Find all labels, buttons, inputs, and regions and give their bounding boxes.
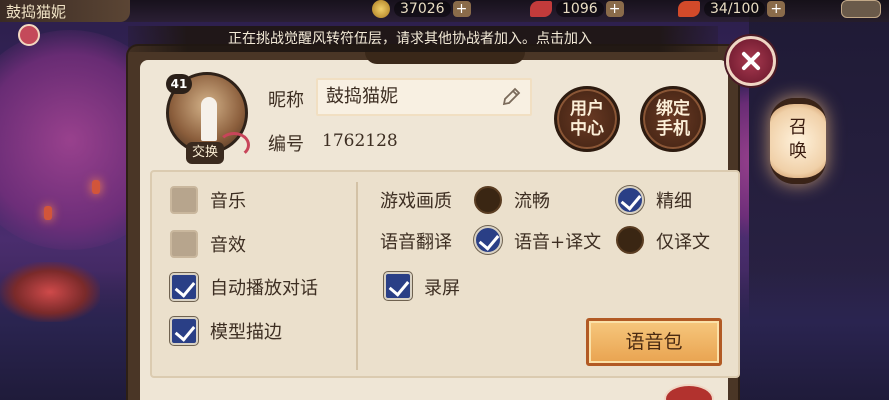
background-lantern [44, 206, 52, 220]
auto-dialog-checkbox[interactable] [170, 273, 198, 301]
music-label: 音乐 [210, 191, 246, 212]
background-lantern [92, 180, 100, 194]
nickname-label: 昵称 [268, 90, 304, 111]
add-coin-button[interactable]: + [452, 1, 471, 17]
stamina-amount: 34/100 [704, 1, 766, 17]
co-op-invite-banner[interactable]: 正在挑战觉醒风转符伍层，请求其他协战者加入。点击加入 [128, 26, 718, 52]
ticket-amount: 1096 [556, 1, 604, 17]
user-center-button[interactable]: 用户 中心 [554, 86, 620, 152]
summon-label: 召唤 [789, 117, 807, 162]
subtitle-only-radio[interactable] [616, 226, 644, 254]
shikigami-character[interactable] [0, 262, 100, 322]
swap-avatar-button[interactable]: 交换 [186, 142, 224, 164]
nickname-value: 鼓捣猫妮 [326, 86, 398, 107]
id-value: 1762128 [322, 131, 398, 151]
player-name: 鼓捣猫妮 [6, 2, 67, 21]
top-resource-bar: 鼓捣猫妮 37026 + 1096 + 34/100 + [0, 0, 889, 22]
sfx-checkbox[interactable] [170, 230, 198, 258]
settings-divider [356, 182, 358, 370]
player-name-tag[interactable]: 鼓捣猫妮 [0, 0, 130, 22]
add-stamina-button[interactable]: + [767, 1, 786, 17]
avatar-figure [201, 97, 217, 141]
level-badge: 41 [166, 74, 192, 94]
model-outline-label: 模型描边 [210, 322, 282, 343]
coin-icon [372, 0, 390, 18]
auto-dialog-label: 自动播放对话 [210, 278, 318, 299]
voice-plus-subtitle-radio[interactable] [474, 226, 502, 254]
swirl-emblem-icon [18, 24, 40, 46]
model-outline-checkbox[interactable] [170, 317, 198, 345]
quality-label: 游戏画质 [380, 191, 452, 212]
record-label: 录屏 [424, 278, 460, 299]
quality-fine-label: 精细 [656, 191, 692, 212]
menu-button[interactable] [841, 0, 881, 18]
add-ticket-button[interactable]: + [605, 1, 624, 17]
voice-translation-label: 语音翻译 [380, 232, 452, 253]
stamina-icon [678, 1, 700, 17]
quality-fine-radio[interactable] [616, 186, 644, 214]
voice-pack-button[interactable]: 语音包 [586, 318, 722, 366]
stamina-resource: 34/100 + [678, 0, 786, 18]
co-op-invite-text: 正在挑战觉醒风转符伍层，请求其他协战者加入。点击加入 [228, 31, 592, 47]
record-checkbox[interactable] [384, 272, 412, 300]
bind-phone-button[interactable]: 绑定 手机 [640, 86, 706, 152]
ticket-resource: 1096 + [530, 0, 624, 18]
voice-plus-subtitle-label: 语音+译文 [514, 232, 602, 253]
coin-amount: 37026 [394, 1, 451, 17]
edit-pencil-icon[interactable] [500, 86, 522, 108]
coin-resource: 37026 + [372, 0, 471, 18]
ticket-icon [530, 1, 552, 17]
sfx-label: 音效 [210, 235, 246, 256]
id-label: 编号 [268, 134, 304, 155]
quality-smooth-label: 流畅 [514, 191, 550, 212]
subtitle-only-label: 仅译文 [656, 232, 710, 253]
close-button[interactable] [726, 36, 776, 86]
music-checkbox[interactable] [170, 186, 198, 214]
quality-smooth-radio[interactable] [474, 186, 502, 214]
